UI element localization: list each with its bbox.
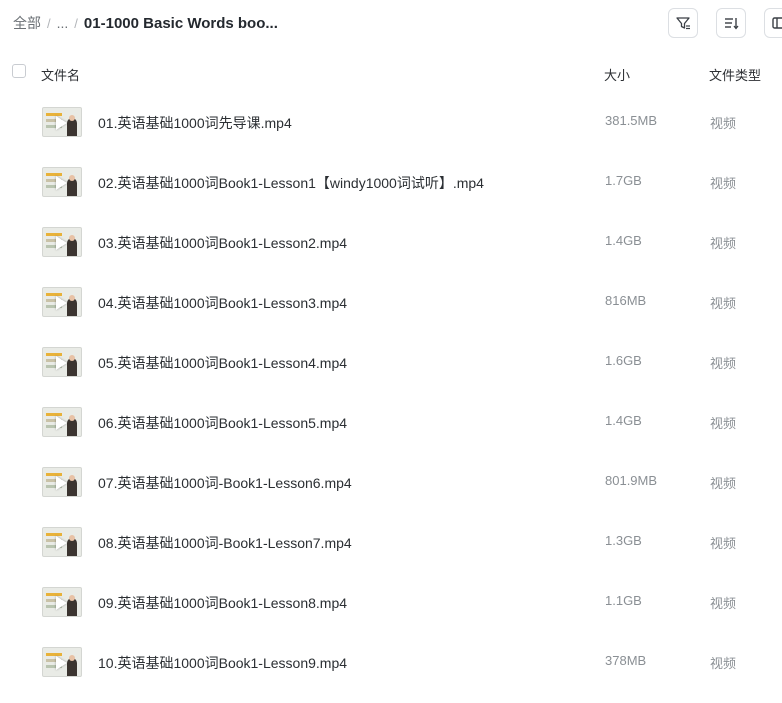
sort-icon (725, 18, 739, 30)
table-row[interactable]: 03.英语基础1000词Book1-Lesson2.mp4 1.4GB 视频 (0, 212, 782, 272)
file-name[interactable]: 04.英语基础1000词Book1-Lesson3.mp4 (98, 293, 347, 313)
file-type: 视频 (710, 116, 737, 131)
video-thumbnail (42, 407, 82, 437)
file-name[interactable]: 05.英语基础1000词Book1-Lesson4.mp4 (98, 353, 347, 373)
video-thumbnail (42, 467, 82, 497)
select-all-checkbox[interactable] (12, 64, 26, 78)
table-row[interactable]: 10.英语基础1000词Book1-Lesson9.mp4 378MB 视频 (0, 632, 782, 692)
file-name[interactable]: 10.英语基础1000词Book1-Lesson9.mp4 (98, 653, 347, 673)
file-size: 381.5MB (605, 113, 658, 128)
file-name[interactable]: 06.英语基础1000词Book1-Lesson5.mp4 (98, 413, 347, 433)
video-thumbnail (42, 527, 82, 557)
file-type: 视频 (710, 176, 737, 191)
play-icon (56, 296, 67, 310)
video-thumbnail (42, 107, 82, 137)
video-thumbnail (42, 287, 82, 317)
file-size: 1.1GB (605, 593, 642, 608)
sort-button[interactable] (716, 8, 746, 38)
breadcrumb-current-folder: 01-1000 Basic Words boo... (83, 14, 278, 32)
breadcrumb: 全部 / ... / 01-1000 Basic Words boo... (13, 13, 278, 33)
file-name[interactable]: 07.英语基础1000词-Book1-Lesson6.mp4 (98, 473, 352, 493)
panel-toggle-icon (772, 17, 782, 29)
table-row[interactable]: 04.英语基础1000词Book1-Lesson3.mp4 816MB 视频 (0, 272, 782, 332)
table-header: 文件名 大小 文件类型 (0, 58, 782, 86)
file-size: 1.4GB (605, 413, 642, 428)
play-icon (56, 176, 67, 190)
file-type: 视频 (710, 356, 737, 371)
video-thumbnail (42, 227, 82, 257)
table-row[interactable]: 05.英语基础1000词Book1-Lesson4.mp4 1.6GB 视频 (0, 332, 782, 392)
play-icon (56, 656, 67, 670)
header-name[interactable]: 文件名 (41, 65, 80, 84)
table-row[interactable]: 01.英语基础1000词先导课.mp4 381.5MB 视频 (0, 92, 782, 152)
video-thumbnail (42, 167, 82, 197)
file-name[interactable]: 02.英语基础1000词Book1-Lesson1【windy1000词试听】.… (98, 173, 484, 193)
breadcrumb-ellipsis[interactable]: ... (57, 15, 69, 31)
table-row[interactable]: 09.英语基础1000词Book1-Lesson8.mp4 1.1GB 视频 (0, 572, 782, 632)
breadcrumb-root[interactable]: 全部 (13, 13, 41, 33)
breadcrumb-separator: / (74, 15, 78, 31)
file-type: 视频 (710, 536, 737, 551)
play-icon (56, 356, 67, 370)
file-type: 视频 (710, 656, 737, 671)
filter-button[interactable] (668, 8, 698, 38)
top-bar: 全部 / ... / 01-1000 Basic Words boo... (0, 0, 782, 48)
filter-icon (676, 17, 690, 30)
play-icon (56, 236, 67, 250)
file-size: 1.3GB (605, 533, 642, 548)
play-icon (56, 116, 67, 130)
file-size: 816MB (605, 293, 647, 308)
play-icon (56, 416, 67, 430)
file-size: 1.6GB (605, 353, 642, 368)
table-row[interactable]: 08.英语基础1000词-Book1-Lesson7.mp4 1.3GB 视频 (0, 512, 782, 572)
video-thumbnail (42, 647, 82, 677)
file-type: 视频 (710, 236, 737, 251)
file-size: 1.4GB (605, 233, 642, 248)
file-name[interactable]: 01.英语基础1000词先导课.mp4 (98, 113, 292, 133)
file-size: 801.9MB (605, 473, 658, 488)
file-name[interactable]: 03.英语基础1000词Book1-Lesson2.mp4 (98, 233, 347, 253)
video-thumbnail (42, 587, 82, 617)
file-size: 1.7GB (605, 173, 642, 188)
file-name[interactable]: 09.英语基础1000词Book1-Lesson8.mp4 (98, 593, 347, 613)
header-size[interactable]: 大小 (604, 65, 630, 84)
header-type[interactable]: 文件类型 (709, 65, 761, 84)
file-type: 视频 (710, 476, 737, 491)
play-icon (56, 536, 67, 550)
play-icon (56, 596, 67, 610)
file-type: 视频 (710, 296, 737, 311)
table-row[interactable]: 06.英语基础1000词Book1-Lesson5.mp4 1.4GB 视频 (0, 392, 782, 452)
panel-toggle-button[interactable] (764, 8, 782, 38)
file-name[interactable]: 08.英语基础1000词-Book1-Lesson7.mp4 (98, 533, 352, 553)
breadcrumb-separator: / (47, 15, 51, 31)
file-size: 378MB (605, 653, 647, 668)
file-type: 视频 (710, 416, 737, 431)
video-thumbnail (42, 347, 82, 377)
play-icon (56, 476, 67, 490)
table-row[interactable]: 07.英语基础1000词-Book1-Lesson6.mp4 801.9MB 视频 (0, 452, 782, 512)
file-type: 视频 (710, 596, 737, 611)
table-row[interactable]: 02.英语基础1000词Book1-Lesson1【windy1000词试听】.… (0, 152, 782, 212)
